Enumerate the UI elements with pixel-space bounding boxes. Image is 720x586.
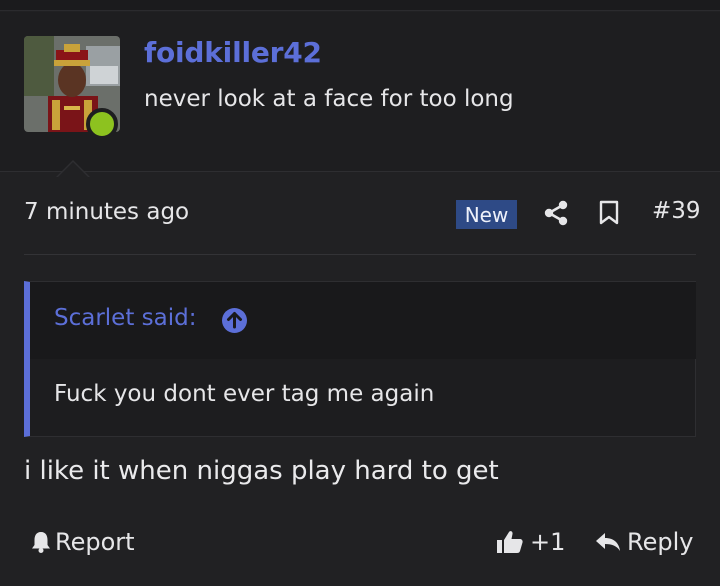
quote-block: Scarlet said: Fuck you dont ever tag me … — [24, 281, 696, 437]
header-pointer-fill — [57, 162, 89, 178]
reply-label: Reply — [627, 528, 694, 556]
quote-text: Fuck you dont ever tag me again — [54, 381, 435, 407]
username[interactable]: foidkiller42 — [144, 36, 322, 69]
top-divider — [0, 0, 720, 11]
meta-divider — [24, 254, 696, 255]
like-count: +1 — [530, 528, 566, 556]
post-body: i like it when niggas play hard to get — [24, 456, 499, 486]
quote-author[interactable]: Scarlet said: — [54, 305, 196, 331]
online-status-icon — [86, 108, 118, 140]
post-number[interactable]: #39 — [652, 198, 701, 224]
user-title: never look at a face for too long — [144, 86, 514, 112]
bookmark-icon[interactable] — [597, 200, 621, 226]
reply-button[interactable]: Reply — [594, 528, 693, 556]
post-timestamp[interactable]: 7 minutes ago — [24, 199, 189, 225]
arrow-up-circle-icon[interactable] — [222, 308, 247, 333]
post-user-header: foidkiller42 never look at a face for to… — [0, 12, 720, 172]
bell-icon — [32, 532, 50, 553]
reply-arrow-icon — [596, 533, 620, 551]
share-icon[interactable] — [543, 200, 569, 226]
new-badge: New — [456, 200, 517, 229]
thumbs-up-icon — [497, 531, 523, 553]
report-label: Report — [55, 528, 135, 556]
report-button[interactable]: Report — [30, 528, 135, 556]
quote-header: Scarlet said: — [30, 282, 696, 359]
like-button[interactable]: +1 — [496, 528, 565, 556]
